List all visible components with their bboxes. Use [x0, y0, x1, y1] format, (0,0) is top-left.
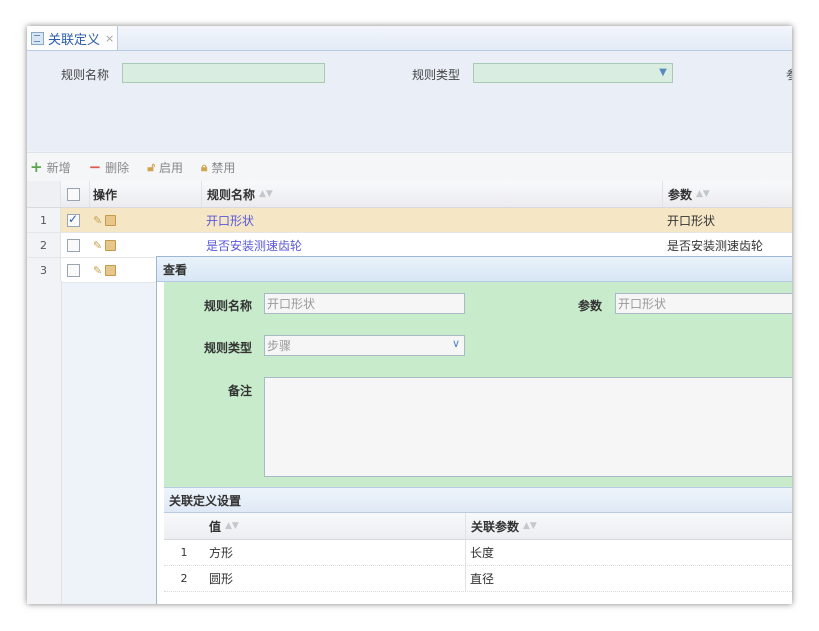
param-header-label: 参数 [668, 187, 693, 202]
column-divider [465, 566, 466, 591]
lock-icon[interactable] [105, 214, 117, 226]
row-number-header [164, 513, 204, 539]
ops-header-label: 操作 [93, 187, 118, 202]
table-row[interactable]: 1 方形 长度 [164, 540, 792, 566]
row-number: 2 [27, 233, 61, 257]
minus-icon: − [88, 158, 102, 176]
row-checkbox[interactable] [67, 212, 80, 227]
column-divider [465, 540, 466, 565]
dialog-title: 查看 [157, 257, 792, 282]
ops-header: 操作 [89, 181, 199, 207]
rule-type-filter-select[interactable]: ▼ [473, 63, 673, 83]
enable-button[interactable]: 🔓︎ 启用 [147, 159, 183, 176]
param-field[interactable]: 开口形状 [615, 293, 792, 314]
row-number: 1 [27, 208, 61, 232]
param-filter-label: 参 [786, 66, 792, 83]
related-param-header-label: 关联参数 [471, 519, 520, 534]
lock-icon: 🔒︎ [200, 159, 208, 174]
app-window: 关联定义 × 规则名称 规则类型 ▼ 参 + 新增 − 删除 🔓︎ 启用 🔒︎ … [27, 26, 792, 604]
table-header: 操作 规则名称 ▲▼ 参数 ▲▼ [27, 181, 792, 208]
toolbar: + 新增 − 删除 🔓︎ 启用 🔒︎ 禁用 [27, 152, 792, 182]
tab-label: 关联定义 [48, 32, 101, 48]
value-header-label: 值 [209, 519, 222, 534]
related-param-cell: 长度 [470, 546, 495, 560]
param-header[interactable]: 参数 ▲▼ [662, 181, 792, 207]
table-row[interactable]: 2 ✎ 是否安装测速齿轮 是否安装测速齿轮 [27, 233, 792, 258]
related-param-header[interactable]: 关联参数 ▲▼ [465, 513, 792, 539]
row-number: 3 [27, 258, 61, 282]
edit-icon[interactable]: ✎ [93, 214, 102, 227]
unlock-icon: 🔓︎ [147, 159, 155, 174]
sort-icon: ▲▼ [696, 189, 710, 199]
table-row[interactable]: 2 圆形 直径 [164, 566, 792, 592]
row-actions: ✎ [93, 233, 193, 257]
row-select-cell [67, 208, 85, 232]
rule-name-header-label: 规则名称 [207, 187, 256, 202]
edit-icon[interactable]: ✎ [93, 239, 102, 252]
row-number-header [27, 181, 61, 207]
sub-table-header: 值 ▲▼ 关联参数 ▲▼ [164, 513, 792, 540]
row-number: 1 [180, 546, 188, 559]
table-row[interactable]: 1 ✎ 开口形状 开口形状 [27, 208, 792, 233]
value-cell: 圆形 [209, 572, 234, 586]
dialog-form: 规则名称 开口形状 参数 开口形状 规则类型 步骤 ∨ 备注 [164, 282, 792, 487]
value-header[interactable]: 值 ▲▼ [204, 513, 464, 539]
disable-button[interactable]: 🔒︎ 禁用 [201, 159, 235, 176]
param-label: 参数 [578, 299, 603, 313]
rule-type-label: 规则类型 [204, 341, 253, 355]
param-cell: 开口形状 [667, 213, 716, 228]
param-cell: 是否安装测速齿轮 [667, 238, 764, 253]
value-cell: 方形 [209, 546, 234, 560]
close-icon[interactable]: × [105, 32, 114, 45]
rule-type-value: 步骤 [267, 339, 292, 353]
edit-icon[interactable]: ✎ [93, 264, 102, 277]
rule-type-filter-label: 规则类型 [412, 68, 461, 82]
remark-textarea[interactable] [264, 377, 792, 477]
filter-panel: 规则名称 规则类型 ▼ 参 [27, 51, 792, 151]
view-dialog: 查看 规则名称 开口形状 参数 开口形状 规则类型 步骤 ∨ 备注 关联定义设置… [156, 256, 792, 604]
row-select-cell [67, 233, 85, 257]
rule-name-label: 规则名称 [204, 299, 253, 313]
chevron-down-icon: ▼ [659, 67, 667, 78]
lock-icon[interactable] [105, 239, 117, 251]
plus-icon: + [30, 158, 43, 176]
select-all-cell [67, 181, 85, 207]
rule-name-cell[interactable]: 是否安装测速齿轮 [206, 233, 656, 257]
rule-name-filter-label: 规则名称 [61, 68, 110, 82]
page-icon [31, 31, 44, 45]
enable-button-label: 启用 [158, 160, 183, 175]
tab-bar: 关联定义 × [27, 26, 792, 51]
related-param-cell: 直径 [470, 572, 495, 586]
rule-name-filter-input[interactable] [122, 63, 325, 83]
add-button[interactable]: + 新增 [30, 158, 71, 176]
lock-icon[interactable] [105, 264, 117, 276]
sort-icon: ▲▼ [259, 189, 273, 199]
delete-button[interactable]: − 删除 [89, 158, 130, 176]
disable-button-label: 禁用 [211, 160, 236, 175]
rule-name-cell[interactable]: 开口形状 [206, 208, 656, 232]
row-actions: ✎ [93, 208, 193, 232]
row-select-cell [67, 258, 85, 282]
row-number: 2 [180, 572, 188, 585]
delete-button-label: 删除 [105, 160, 130, 175]
sort-icon: ▲▼ [523, 521, 537, 531]
tab-relation-definition[interactable]: 关联定义 × [27, 26, 118, 50]
rule-name-header[interactable]: 规则名称 ▲▼ [201, 181, 661, 207]
row-number-column [27, 281, 62, 604]
chevron-down-icon: ∨ [451, 337, 460, 350]
section-header: 关联定义设置 [164, 487, 792, 513]
relation-settings-table: 值 ▲▼ 关联参数 ▲▼ 1 方形 长度 2 圆形 直径 [164, 513, 792, 592]
remark-label: 备注 [228, 384, 253, 398]
row-checkbox[interactable] [67, 263, 80, 277]
rule-name-field[interactable]: 开口形状 [264, 293, 465, 314]
select-all-checkbox[interactable] [67, 187, 80, 201]
add-button-label: 新增 [46, 160, 71, 175]
rule-type-select[interactable]: 步骤 ∨ [264, 335, 465, 356]
row-checkbox[interactable] [67, 238, 80, 252]
sort-icon: ▲▼ [225, 521, 239, 531]
